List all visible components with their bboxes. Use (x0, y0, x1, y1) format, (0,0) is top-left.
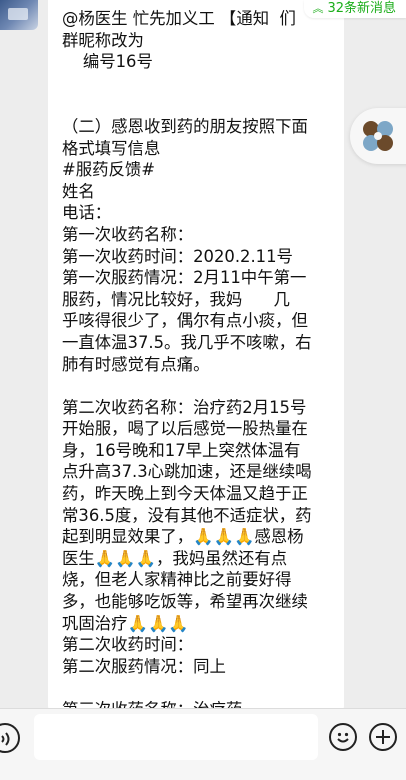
message-line: 第二次收药时间： (62, 635, 194, 655)
message-line: 群昵称改为 (62, 30, 144, 50)
message-line: 电话： (62, 203, 112, 223)
message-line: 第一次收药名称： (62, 224, 194, 244)
message-line: 药，昨天晚上到今天体温又趋于正 (62, 484, 308, 504)
message-line: #服药反馈# (62, 160, 156, 180)
pinwheel-icon (363, 121, 393, 151)
message-line: 第二次服药情况：同上 (62, 656, 226, 676)
message-line: 多，也能够吃饭等，希望再次继续 (62, 592, 308, 612)
message-line (62, 94, 334, 116)
double-chevron-up-icon: ︽ (312, 2, 324, 15)
message-line: 第一次服药情况：2月11中午第一 (62, 268, 307, 288)
emoji-icon (337, 732, 349, 743)
message-line: 第一次收药时间：2020.2.11号 (62, 246, 293, 266)
sender-avatar[interactable] (0, 0, 38, 30)
message-line: 第二次收药名称：治疗药2月15号 (62, 397, 307, 417)
message-line: 身，16号晚和17早上突然体温有 (62, 440, 301, 460)
message-line: @杨医生 忙先加义工 【通知 们 (62, 9, 296, 28)
message-line: 姓名 (62, 181, 95, 201)
message-line: 常36.5度，没有其他不适症状，药 (62, 505, 312, 525)
message-line: 一直体温37.5。我几乎不咳嗽，右 (62, 332, 312, 352)
emoji-button[interactable] (329, 723, 357, 751)
message-line (62, 73, 334, 95)
message-line (62, 375, 334, 397)
message-line: 巩固治疗🙏🙏🙏 (62, 613, 189, 633)
message-line: 服药，情况比较好，我妈 几 (62, 289, 290, 309)
message-line: 开始服，喝了以后感觉一股热量在 (62, 419, 308, 439)
floating-window-button[interactable] (350, 108, 406, 164)
message-line: 乎咳得很少了，偶尔有点小痰，但 (62, 311, 308, 331)
message-input[interactable] (34, 714, 318, 760)
message-line: 起到明显效果了，🙏🙏🙏感恩杨 (62, 527, 304, 547)
message-line: （二）感恩收到药的朋友按照下面 (62, 116, 308, 136)
message-line: 医生🙏🙏🙏，我妈虽然还有点 (62, 548, 288, 568)
voice-icon (1, 732, 10, 746)
message-line: 肺有时感觉有点痛。 (62, 354, 210, 374)
new-messages-badge[interactable]: ︽ 32条新消息 (304, 0, 406, 18)
message-bubble[interactable]: @杨医生 忙先加义工 【通知 们群昵称改为 编号16号 （二）感恩收到药的朋友按… (48, 0, 344, 712)
message-line: 格式填写信息 (62, 138, 161, 158)
voice-input-button[interactable] (0, 723, 20, 753)
new-messages-count: 32条新消息 (327, 1, 396, 16)
message-line: 烧，但老人家精神比之前要好得 (62, 570, 292, 590)
message-text: @杨医生 忙先加义工 【通知 们群昵称改为 编号16号 （二）感恩收到药的朋友按… (48, 0, 344, 712)
message-line: 点升高37.3心跳加速，还是继续喝 (62, 462, 312, 482)
chat-input-bar (0, 708, 406, 780)
more-functions-button[interactable] (369, 723, 397, 751)
message-line (62, 677, 334, 699)
message-line: 编号16号 (62, 52, 153, 72)
